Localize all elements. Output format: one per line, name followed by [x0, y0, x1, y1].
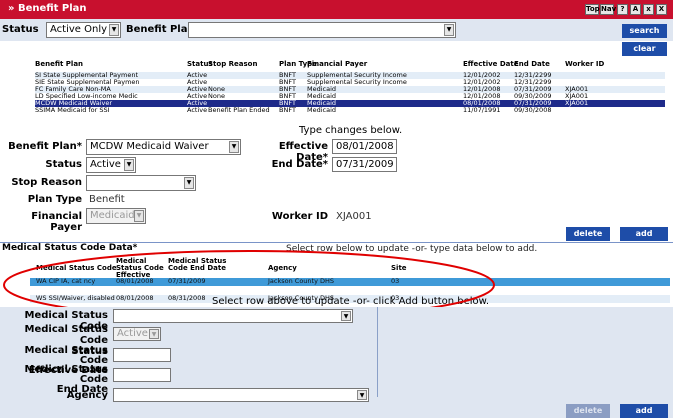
top-button[interactable]: Top — [585, 4, 600, 15]
close-button[interactable]: X — [656, 4, 667, 15]
status-filter-select[interactable]: Active Only ▼ — [46, 22, 121, 38]
col-financial-payer: Financial Payer — [307, 60, 368, 68]
help-button[interactable]: ? — [617, 4, 628, 15]
search-button[interactable]: search — [622, 24, 667, 38]
delete-plan-button[interactable]: delete — [566, 227, 610, 241]
cell: Medicaid — [307, 106, 337, 114]
financial-payer-value: Medicaid — [90, 210, 135, 221]
chevron-down-icon: ▼ — [444, 24, 454, 36]
med-eff-label-line1: Medical Status Code — [24, 345, 109, 366]
delete-medical-status-button: delete — [566, 404, 610, 418]
benefit-plan-select[interactable]: MCDW Medicaid Waiver ▼ — [86, 139, 241, 155]
med-effective-date-input[interactable] — [113, 348, 171, 362]
med-status-select: Active ▼ — [113, 327, 161, 341]
status-select[interactable]: Active ▼ — [86, 157, 136, 173]
agency-select[interactable]: ▼ — [113, 388, 369, 402]
nav-button[interactable]: Nav — [600, 4, 616, 15]
benefit-plan-filter-select[interactable]: ▼ — [188, 22, 456, 38]
med-status-label-line1: Medical Status Code — [24, 324, 109, 346]
cell: Benefit Plan Ended — [208, 106, 270, 114]
benefit-plan-table: Benefit Plan Status Stop Reason Plan Typ… — [35, 60, 665, 114]
stop-reason-label: Stop Reason — [11, 177, 82, 188]
title-bar: » Benefit Plan Top Nav ? A x X — [0, 0, 673, 19]
cell: BNFT — [279, 106, 296, 114]
med-end-label-line1: Medical Status Code — [24, 364, 109, 385]
benefit-plan-filter-label: Benefit Plan — [126, 24, 195, 35]
benefit-plan-label: Benefit Plan* — [8, 141, 82, 152]
agency-label: Agency — [66, 390, 108, 401]
minimize-button[interactable]: x — [643, 4, 654, 15]
cell: XJA001 — [565, 99, 589, 107]
chevron-down-icon: ▼ — [149, 329, 159, 339]
chevron-down-icon: ▼ — [341, 311, 351, 321]
effective-date-input[interactable]: 08/01/2008 — [332, 139, 397, 154]
cell: Active — [187, 106, 208, 114]
med-end-date-input[interactable] — [113, 368, 171, 382]
cell: 11/07/1991 — [463, 106, 501, 114]
chevron-down-icon: ▼ — [357, 390, 367, 400]
worker-id-value: XJA001 — [336, 211, 372, 222]
col-effective-date: Effective Date — [463, 60, 519, 68]
financial-payer-label: Financial Payer — [31, 211, 82, 233]
clear-button[interactable]: clear — [622, 42, 667, 56]
chevron-down-icon: ▼ — [229, 141, 239, 153]
cell: None — [208, 92, 225, 100]
financial-payer-select: Medicaid ▼ — [86, 208, 146, 224]
cell: SSIMA Medicaid for SSI — [35, 106, 110, 114]
col-end-date: End Date — [514, 60, 550, 68]
chevron-down-icon: ▼ — [184, 177, 194, 189]
med-status-value: Active — [117, 328, 148, 339]
cell: 09/30/2008 — [514, 106, 552, 114]
end-date-input[interactable]: 07/31/2009 — [332, 157, 397, 172]
plan-table-note: Type changes below. — [299, 125, 403, 136]
add-plan-button[interactable]: add — [620, 227, 668, 241]
add-medical-status-button[interactable]: add — [620, 404, 668, 418]
col-stop-reason: Stop Reason — [208, 60, 258, 68]
worker-id-label: Worker ID — [271, 211, 328, 222]
table-row-selected[interactable]: MCDW Medicaid Waiver Active BNFT Medicai… — [35, 100, 665, 107]
status-filter-label: Status — [2, 24, 39, 35]
plan-type-value: Benefit — [89, 194, 125, 205]
end-date-label: End Date* — [271, 159, 328, 170]
table-row[interactable]: SSIMA Medicaid for SSI Active Benefit Pl… — [35, 107, 665, 114]
chevron-down-icon: ▼ — [134, 210, 144, 222]
col-benefit-plan: Benefit Plan — [35, 60, 84, 68]
status-label: Status — [45, 159, 82, 170]
status-value: Active — [90, 159, 121, 170]
stop-reason-select[interactable]: ▼ — [86, 175, 196, 191]
chevron-down-icon: ▼ — [124, 159, 134, 171]
med-code-select[interactable]: ▼ — [113, 309, 353, 323]
status-filter-value: Active Only — [50, 24, 108, 35]
chevron-down-icon: ▼ — [109, 24, 119, 36]
form-divider — [377, 307, 378, 397]
col-worker-id: Worker ID — [565, 60, 605, 68]
plan-type-label: Plan Type — [27, 194, 82, 205]
font-button[interactable]: A — [630, 4, 641, 15]
benefit-plan-value: MCDW Medicaid Waiver — [90, 141, 209, 152]
window-title: » Benefit Plan — [8, 3, 87, 14]
